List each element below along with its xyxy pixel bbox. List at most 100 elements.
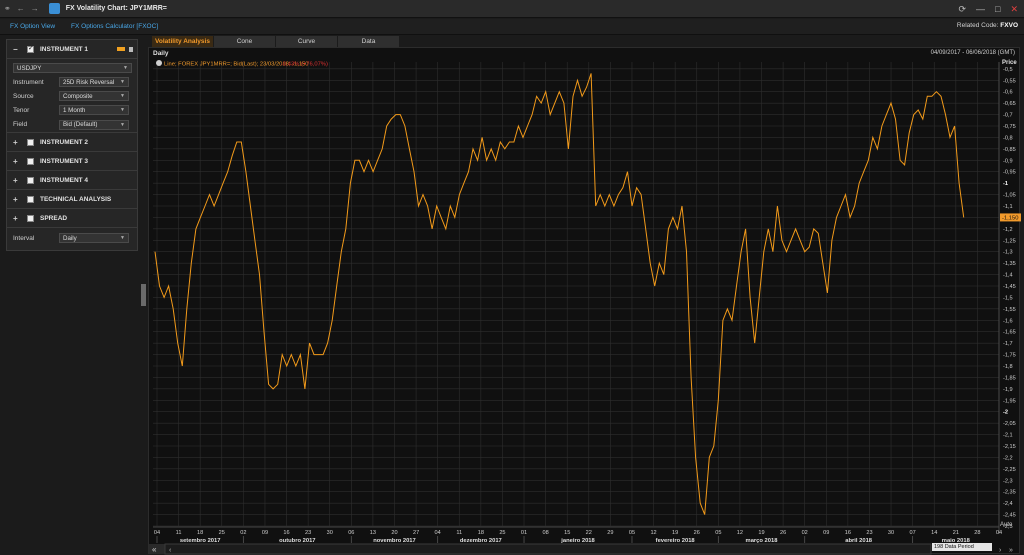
expand-icon[interactable]: + <box>13 195 21 204</box>
x-tick-label: 04 <box>996 530 1002 536</box>
month-label: outubro 2017 <box>279 538 315 544</box>
y-tick-label: -2,45 <box>1003 513 1016 519</box>
spread-checkbox[interactable] <box>27 214 34 222</box>
last-value-marker: -1,150 <box>1000 213 1021 222</box>
x-tick-label: 09 <box>823 530 829 536</box>
field-dropdown[interactable]: Bid (Default) ▼ <box>59 119 129 130</box>
y-tick-label: -1,5 <box>1003 295 1013 301</box>
instrument-value: 25D Risk Reversal <box>63 78 115 86</box>
x-tick-label: 16 <box>283 530 289 536</box>
y-tick-label: -1,2 <box>1003 227 1013 233</box>
x-tick-label: 15 <box>564 530 570 536</box>
y-tick-label: -2,35 <box>1003 490 1016 496</box>
technical-analysis-title: TECHNICAL ANALYSIS <box>40 195 112 203</box>
y-tick-label: -1,6 <box>1003 318 1013 324</box>
instrument-3-title: INSTRUMENT 3 <box>40 157 89 165</box>
field-row: Field Bid (Default) ▼ <box>7 117 137 133</box>
scroll-controls: « ‹ › » <box>149 543 1013 555</box>
fx-option-view-link[interactable]: FX Option View <box>10 23 55 30</box>
tenor-row: Tenor 1 Month ▼ <box>7 103 137 117</box>
x-tick-label: 01 <box>521 530 527 536</box>
chevron-down-icon: ▼ <box>120 107 125 113</box>
instrument-4-checkbox[interactable] <box>27 176 34 184</box>
collapse-icon[interactable]: − <box>13 45 21 54</box>
interval-value: Daily <box>63 234 77 242</box>
instrument-1-header[interactable]: − INSTRUMENT 1 <box>7 40 137 59</box>
x-tick-label: 23 <box>305 530 311 536</box>
y-tick-label: -2 <box>1003 410 1008 416</box>
currency-pair-dropdown[interactable]: USDJPY ▼ <box>13 63 132 73</box>
link-bar: FX Option View FX Options Calculator [FX… <box>0 19 1024 35</box>
app-icon <box>48 3 60 14</box>
y-tick-label: -0,85 <box>1003 147 1016 153</box>
spread-header[interactable]: + SPREAD <box>7 209 137 228</box>
month-label: janeiro 2018 <box>560 538 595 544</box>
auto-scale-label: Auto <box>1000 522 1013 528</box>
source-dropdown[interactable]: Composite ▼ <box>59 91 129 101</box>
month-label: fevereiro 2018 <box>656 538 696 544</box>
fx-options-calculator-link[interactable]: FX Options Calculator [FXOC] <box>71 23 158 30</box>
instrument-3-header[interactable]: + INSTRUMENT 3 <box>7 152 137 171</box>
back-arrow-icon[interactable]: ← <box>17 4 25 13</box>
technical-analysis-header[interactable]: + TECHNICAL ANALYSIS <box>7 190 137 209</box>
expand-icon[interactable]: + <box>13 138 21 147</box>
y-tick-label: -2,4 <box>1003 501 1013 507</box>
lock-icon[interactable] <box>129 46 133 52</box>
y-tick-label: -1,8 <box>1003 364 1013 370</box>
minimize-button[interactable]: — <box>976 4 985 14</box>
related-code-label: Related Code: <box>956 22 999 29</box>
window-title: FX Volatility Chart: JPY1MRR= <box>65 5 167 12</box>
expand-icon[interactable]: + <box>13 157 21 166</box>
maximize-button[interactable]: □ <box>995 4 1000 14</box>
instrument-row: Instrument 25D Risk Reversal ▼ <box>7 75 137 89</box>
instrument-1-checkbox[interactable] <box>27 44 34 53</box>
month-label: março 2018 <box>746 538 779 544</box>
tenor-dropdown[interactable]: 1 Month ▼ <box>59 105 129 115</box>
x-tick-label: 07 <box>910 530 916 536</box>
x-tick-label: 30 <box>888 530 894 536</box>
related-code: Related Code: FXVO <box>957 22 1018 29</box>
instrument-3-checkbox[interactable] <box>27 157 34 165</box>
tab-volatility-analysis[interactable]: Volatility Analysis <box>152 36 214 47</box>
refresh-icon[interactable]: ⟳ <box>958 4 966 15</box>
expand-icon[interactable]: + <box>13 176 21 185</box>
y-tick-label: -1,1 <box>1003 204 1013 210</box>
interval-dropdown[interactable]: Daily ▼ <box>59 233 129 243</box>
y-tick-label: -1,55 <box>1003 307 1016 313</box>
y-tick-label: -0,95 <box>1003 170 1016 176</box>
tab-curve[interactable]: Curve <box>276 36 338 47</box>
volatility-line-chart[interactable]: -0,5 -0,55 -0,6 -0,65 -0,7 -0,75 -0,8 -0,85 -0,9… <box>149 48 1021 555</box>
instrument-4-header[interactable]: + INSTRUMENT 4 <box>7 171 137 190</box>
y-tick-label: -2,2 <box>1003 455 1013 461</box>
panel-splitter-handle[interactable] <box>141 284 146 306</box>
close-button[interactable]: ✕ <box>1010 4 1018 15</box>
x-tick-label: 21 <box>953 530 959 536</box>
instrument-dropdown[interactable]: 25D Risk Reversal ▼ <box>59 77 129 87</box>
y-tick-label: -1,65 <box>1003 330 1016 336</box>
tab-data[interactable]: Data <box>338 36 400 47</box>
y-tick-label: -1 <box>1003 181 1008 187</box>
currency-pair-value: USDJPY <box>17 64 42 72</box>
scroll-right-icon: › <box>999 547 1002 554</box>
instrument-2-header[interactable]: + INSTRUMENT 2 <box>7 133 137 152</box>
x-tick-label: 06 <box>348 530 354 536</box>
forward-arrow-icon[interactable]: → <box>31 4 39 13</box>
chart-tabs: Volatility Analysis Cone Curve Data <box>152 36 400 47</box>
y-tick-label: -0,75 <box>1003 124 1016 130</box>
related-code-value[interactable]: FXVO <box>1000 22 1018 29</box>
y-tick-label: -2,1 <box>1003 433 1013 439</box>
data-period-selector[interactable]: 198 Data Period <box>932 543 992 551</box>
series-color-swatch[interactable] <box>117 47 125 51</box>
link-icon[interactable]: ⚭ <box>4 4 11 13</box>
y-tick-label: -0,55 <box>1003 78 1016 84</box>
currency-pair-row: USDJPY ▼ <box>7 61 137 75</box>
source-label: Source <box>13 92 34 100</box>
expand-icon[interactable]: + <box>13 214 21 223</box>
interval-row: Interval Daily ▼ <box>7 228 137 248</box>
chevron-down-icon: ▼ <box>120 79 125 85</box>
instrument-2-checkbox[interactable] <box>27 138 34 146</box>
technical-analysis-checkbox[interactable] <box>27 195 34 203</box>
x-tick-label: 18 <box>478 530 484 536</box>
tab-cone[interactable]: Cone <box>214 36 276 47</box>
y-axis-title: Price <box>1002 60 1017 66</box>
